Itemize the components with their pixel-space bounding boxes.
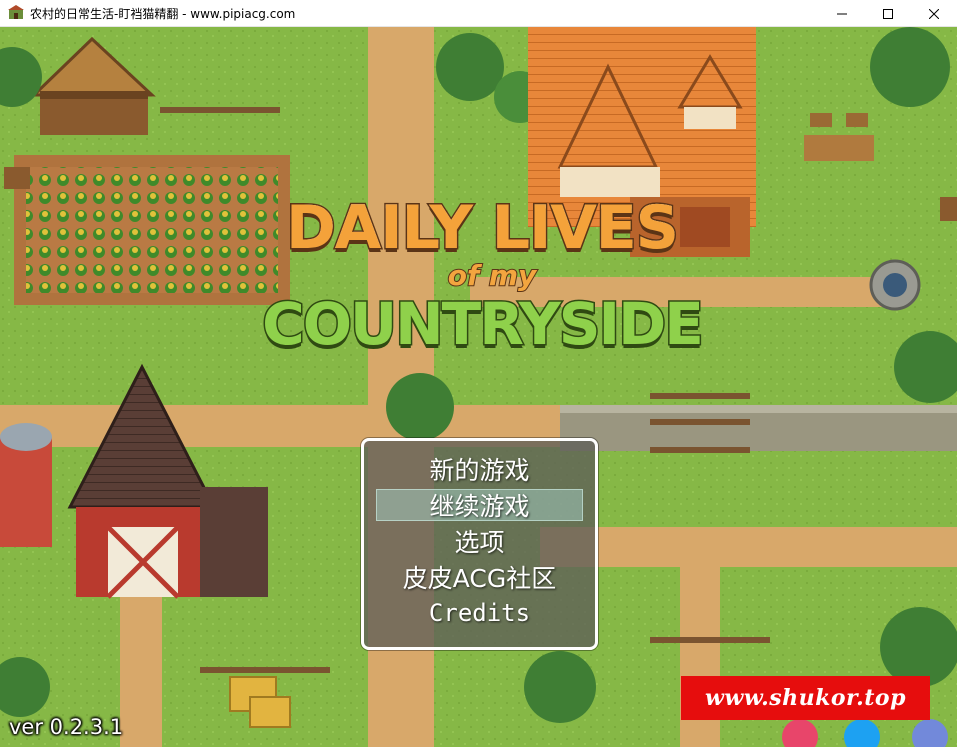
minimize-icon xyxy=(837,13,847,14)
menu-item-continue[interactable]: 继续游戏 xyxy=(376,489,583,521)
app-icon xyxy=(8,5,24,19)
version-label: ver 0.2.3.1 xyxy=(9,715,124,739)
close-button[interactable] xyxy=(911,0,957,27)
maximize-icon xyxy=(883,8,893,19)
watermark-text: www.shukor.top xyxy=(704,685,906,711)
social-icon-2[interactable] xyxy=(844,719,880,747)
title-menu: 新的游戏 继续游戏 选项 皮皮ACG社区 Credits xyxy=(361,438,598,650)
menu-item-options[interactable]: 选项 xyxy=(376,525,583,557)
logo-title-line2: of my xyxy=(447,259,538,292)
menu-item-new-game[interactable]: 新的游戏 xyxy=(376,453,583,485)
social-icon-3[interactable] xyxy=(912,719,948,747)
close-icon xyxy=(929,8,939,19)
menu-item-community[interactable]: 皮皮ACG社区 xyxy=(376,561,583,593)
logo-title-line3: COUNTRYSIDE xyxy=(261,290,706,359)
window-titlebar: 农村的日常生活-盯裆猫精翻 - www.pipiacg.com xyxy=(0,0,957,27)
watermark-banner: www.shukor.top xyxy=(681,676,930,720)
social-icon-1[interactable] xyxy=(782,719,818,747)
game-viewport[interactable]: DAILY LIVES of my COUNTRYSIDE 新的游戏 继续游戏 … xyxy=(0,27,957,747)
game-logo: DAILY LIVES of my COUNTRYSIDE xyxy=(261,193,706,385)
window-title: 农村的日常生活-盯裆猫精翻 - www.pipiacg.com xyxy=(30,6,296,21)
logo-title-line1: DAILY LIVES xyxy=(285,193,681,263)
maximize-button[interactable] xyxy=(865,0,911,27)
menu-item-credits[interactable]: Credits xyxy=(376,597,583,629)
minimize-button[interactable] xyxy=(819,0,865,27)
